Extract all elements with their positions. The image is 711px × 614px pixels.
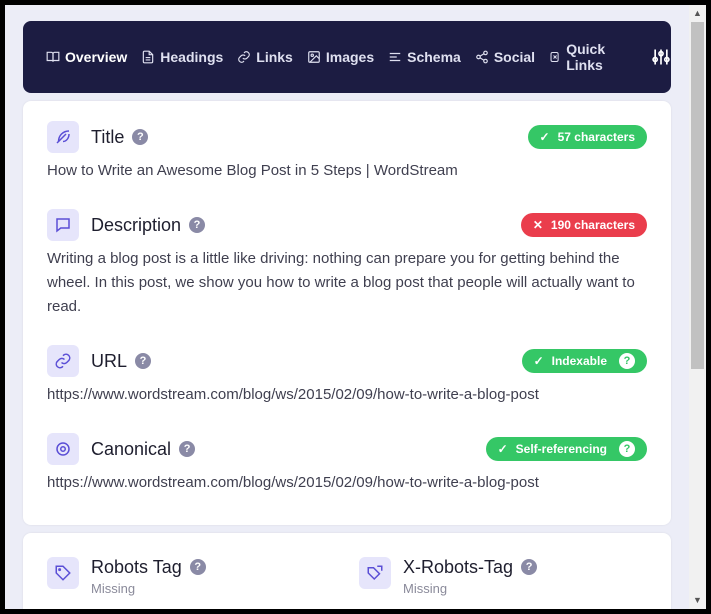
tab-overview-label: Overview — [65, 49, 128, 65]
check-icon: ✓ — [533, 354, 544, 368]
robots-tag-label: Robots Tag — [91, 556, 182, 577]
tab-images-label: Images — [325, 49, 375, 65]
description-value: Writing a blog post is a little like dri… — [47, 250, 635, 315]
robots-card: Robots Tag ? Missing X-Robots-Tag ? Miss… — [23, 533, 671, 609]
question-icon[interactable]: ? — [619, 353, 635, 369]
image-icon — [308, 51, 320, 63]
tab-links[interactable]: Links — [237, 49, 293, 65]
tag-icon — [47, 557, 79, 589]
tab-links-label: Links — [256, 49, 293, 65]
scroll-down-arrow-icon[interactable]: ▼ — [689, 592, 706, 609]
tab-schema-label: Schema — [407, 49, 461, 65]
link-icon — [238, 51, 251, 63]
tab-headings-label: Headings — [160, 49, 224, 65]
check-icon: ✓ — [539, 130, 550, 144]
title-badge-text: 57 characters — [557, 130, 635, 144]
tab-overview[interactable]: Overview — [46, 49, 127, 65]
tab-quick-links-label: Quick Links — [566, 41, 606, 73]
x-robots-tag-item: X-Robots-Tag ? Missing — [359, 556, 538, 596]
question-icon[interactable]: ? — [619, 441, 635, 457]
description-help-icon[interactable]: ? — [189, 217, 206, 233]
title-help-icon[interactable]: ? — [132, 129, 149, 145]
feather-icon — [47, 121, 79, 153]
book-open-icon — [46, 51, 60, 62]
extension-panel: Overview Headings Links Images Schema So… — [5, 5, 706, 609]
url-label: URL — [91, 350, 128, 371]
x-robots-tag-label: X-Robots-Tag — [403, 556, 514, 577]
url-help-icon[interactable]: ? — [135, 353, 152, 369]
sliders-icon — [652, 49, 670, 65]
overview-card: Title ? ✓ 57 characters How to Write an … — [23, 101, 671, 525]
x-robots-tag-help-icon[interactable]: ? — [521, 559, 538, 575]
url-section: URL ? ✓ Indexable ? https://www.wordstre… — [47, 345, 647, 407]
scroll-thumb[interactable] — [691, 22, 704, 369]
x-robots-tag-value: Missing — [403, 581, 448, 596]
settings-sliders-button[interactable] — [651, 46, 671, 68]
title-section: Title ? ✓ 57 characters How to Write an … — [47, 121, 647, 183]
target-icon — [47, 433, 79, 465]
url-value: https://www.wordstream.com/blog/ws/2015/… — [47, 386, 539, 403]
description-badge-text: 190 characters — [550, 218, 635, 232]
tab-images[interactable]: Images — [307, 49, 374, 65]
quick-links-icon — [550, 51, 559, 63]
share-icon — [475, 50, 488, 64]
description-label: Description — [91, 214, 182, 235]
title-value: How to Write an Awesome Blog Post in 5 S… — [47, 162, 458, 179]
canonical-value: https://www.wordstream.com/blog/ws/2015/… — [47, 474, 539, 491]
canonical-help-icon[interactable]: ? — [179, 441, 196, 457]
document-icon — [143, 50, 154, 64]
title-status-badge: ✓ 57 characters — [527, 125, 647, 149]
tab-headings[interactable]: Headings — [141, 49, 223, 65]
message-square-icon — [47, 209, 79, 241]
tab-social[interactable]: Social — [475, 49, 535, 65]
top-nav: Overview Headings Links Images Schema So… — [23, 21, 671, 93]
canonical-section: Canonical ? ✓ Self-referencing ? https:/… — [47, 433, 647, 495]
url-badge-text: Indexable — [551, 354, 607, 368]
canonical-label: Canonical — [91, 438, 172, 459]
robots-tag-item: Robots Tag ? Missing — [47, 557, 206, 596]
description-status-badge: ✕ 190 characters — [520, 213, 647, 237]
description-section: Description ? ✕ 190 characters Writing a… — [47, 209, 647, 319]
canonical-badge-text: Self-referencing — [515, 442, 607, 456]
robots-tag-help-icon[interactable]: ? — [189, 559, 206, 575]
title-label: Title — [91, 126, 125, 147]
tags-icon — [359, 557, 391, 589]
vertical-scrollbar[interactable]: ▲ ▼ — [689, 5, 706, 609]
url-status-badge: ✓ Indexable ? — [521, 349, 647, 373]
align-left-icon — [389, 52, 401, 62]
tab-schema[interactable]: Schema — [388, 49, 461, 65]
scroll-up-arrow-icon[interactable]: ▲ — [689, 5, 706, 22]
link-icon — [47, 345, 79, 377]
tab-social-label: Social — [493, 49, 536, 65]
check-icon: ✓ — [497, 442, 508, 456]
cross-icon: ✕ — [532, 218, 543, 232]
tab-quick-links[interactable]: Quick Links — [549, 41, 635, 73]
robots-tag-value: Missing — [91, 581, 136, 596]
canonical-status-badge: ✓ Self-referencing ? — [485, 437, 647, 461]
